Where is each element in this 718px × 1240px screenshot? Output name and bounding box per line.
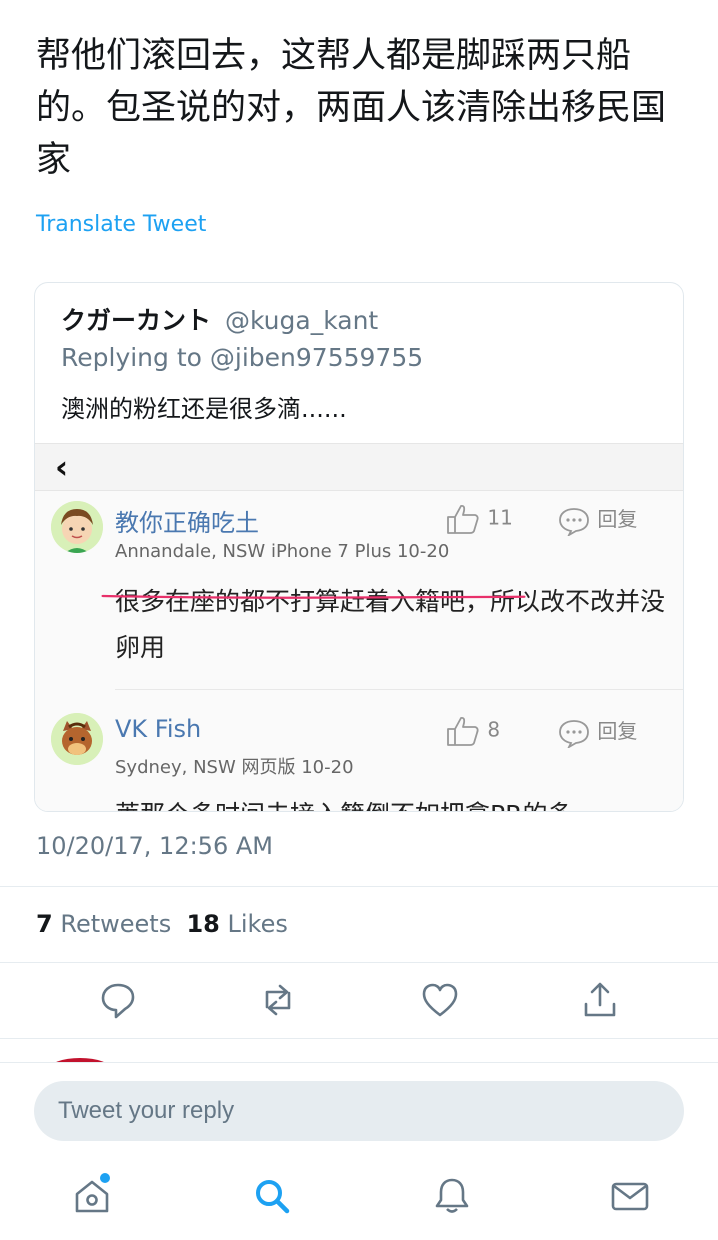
- embedded-screenshot[interactable]: ‹ 教你正确吃土 Annandale, NSW iPhone 7 Plus 10…: [35, 443, 683, 811]
- translate-tweet-link[interactable]: Translate Tweet: [36, 212, 206, 237]
- comment-body-cut: 莱那个多时间去接入籍倒不如把拿PR的多: [115, 795, 572, 811]
- comment-reply-button[interactable]: 回复: [557, 715, 638, 749]
- retweet-icon[interactable]: [258, 980, 298, 1020]
- boy-avatar-icon: [51, 501, 103, 553]
- speech-bubble-icon: [559, 507, 589, 537]
- thumbs-up-icon: [447, 504, 479, 534]
- replying-to: Replying to @jiben97559755: [61, 343, 423, 372]
- likes-count: 18: [186, 910, 220, 938]
- comment-like[interactable]: 8: [445, 715, 500, 747]
- thumbs-up-icon: [447, 716, 479, 746]
- notification-dot: [100, 1173, 110, 1183]
- tweet-stats: 7 Retweets 18 Likes: [36, 910, 288, 938]
- embedded-comment: VK Fish Sydney, NSW 网页版 10-20 8 回复 莱那个多时…: [35, 713, 683, 811]
- comment-meta: Annandale, NSW iPhone 7 Plus 10-20: [115, 541, 450, 562]
- tweet-actions: [0, 980, 718, 1026]
- embedded-top-bar: ‹: [35, 443, 683, 491]
- comment-like[interactable]: 11: [445, 503, 513, 535]
- comment-username: VK Fish: [115, 715, 202, 743]
- retweets-count: 7: [36, 910, 53, 938]
- tweet-reply-input[interactable]: [34, 1081, 684, 1141]
- embedded-comment: 教你正确吃土 Annandale, NSW iPhone 7 Plus 10-2…: [35, 501, 683, 701]
- quoted-tweet-card[interactable]: クガーカント @kuga_kant Replying to @jiben9755…: [34, 282, 684, 812]
- tweet-timestamp: 10/20/17, 12:56 AM: [36, 832, 273, 860]
- divider: [0, 886, 718, 887]
- search-icon[interactable]: [252, 1176, 292, 1216]
- quoted-author: クガーカント @kuga_kant: [61, 301, 378, 337]
- divider: [0, 1038, 718, 1039]
- divider: [0, 962, 718, 963]
- comment-reply-label: 回复: [597, 719, 638, 743]
- comment-reply-button[interactable]: 回复: [557, 503, 638, 537]
- quoted-author-handle: @kuga_kant: [224, 306, 379, 335]
- notifications-icon[interactable]: [432, 1176, 472, 1216]
- comment-like-count: 11: [487, 505, 513, 530]
- reply-icon[interactable]: [98, 980, 138, 1020]
- avatar: [51, 713, 103, 765]
- comment-like-count: 8: [487, 717, 501, 742]
- like-icon[interactable]: [420, 980, 460, 1020]
- retweets-label[interactable]: Retweets: [60, 910, 171, 938]
- quoted-tweet-text: 澳洲的粉红还是很多滴......: [61, 395, 347, 423]
- highlight-underline: [101, 594, 526, 599]
- quoted-author-name: クガーカント: [61, 306, 212, 335]
- horse-avatar-icon: [51, 713, 103, 765]
- next-tweet-peek: [0, 1040, 718, 1062]
- tweet-text: 帮他们滚回去，这帮人都是脚踩两只船的。包圣说的对，两面人该清除出移民国家: [36, 36, 667, 180]
- replying-prefix: Replying to: [61, 343, 202, 372]
- next-tweet-avatar-sliver: [56, 1058, 104, 1062]
- back-arrow-icon: ‹: [55, 448, 69, 486]
- comment-divider: [115, 689, 683, 690]
- comment-username: 教你正确吃土: [115, 509, 259, 537]
- speech-bubble-icon: [559, 719, 589, 749]
- comment-meta: Sydney, NSW 网页版 10-20: [115, 757, 354, 778]
- messages-icon[interactable]: [610, 1176, 650, 1216]
- likes-label[interactable]: Likes: [228, 910, 288, 938]
- replying-to-handle[interactable]: @jiben97559755: [210, 343, 423, 372]
- comment-reply-label: 回复: [597, 507, 638, 531]
- avatar: [51, 501, 103, 553]
- share-icon[interactable]: [580, 980, 620, 1020]
